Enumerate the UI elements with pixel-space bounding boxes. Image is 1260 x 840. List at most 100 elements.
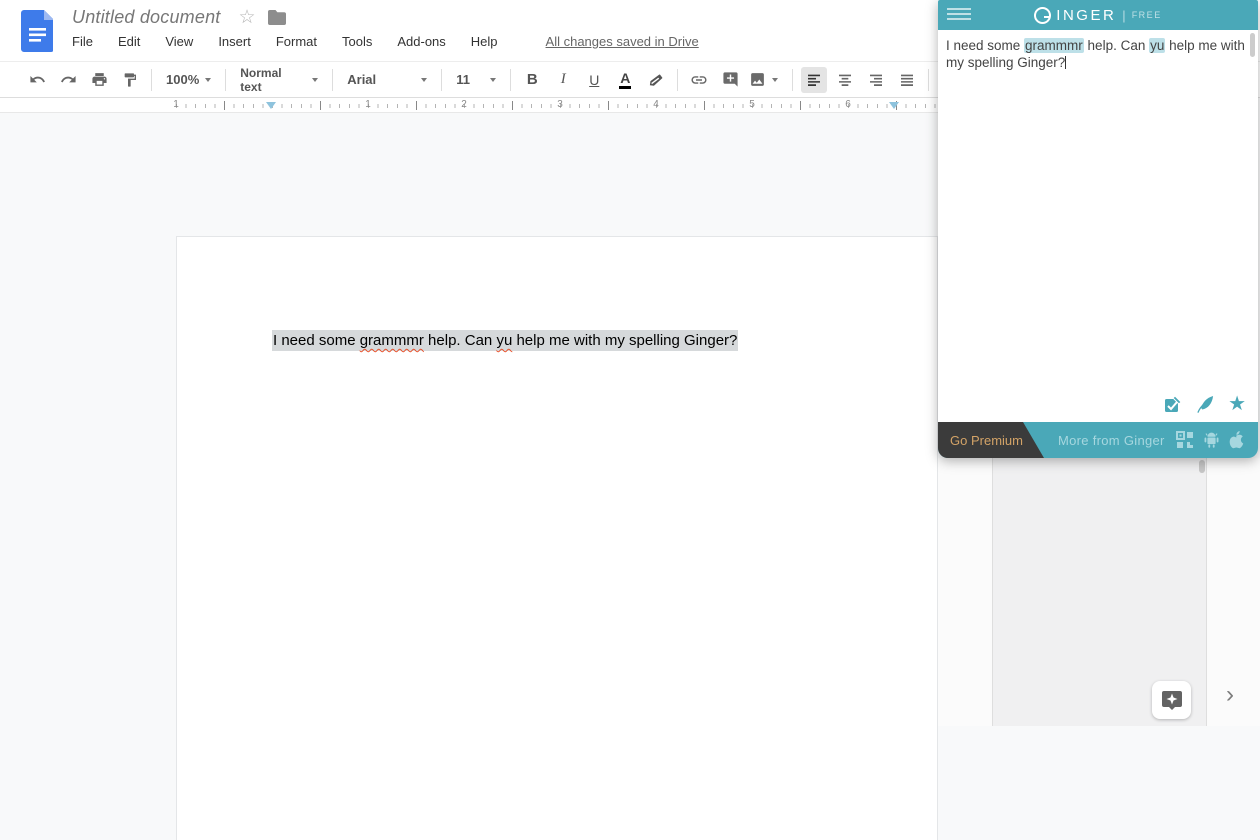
font-size-value: 11: [456, 72, 470, 87]
ginger-text-segment: I need some: [946, 38, 1024, 53]
apple-icon[interactable]: [1228, 431, 1245, 450]
align-left-button[interactable]: [801, 67, 827, 93]
redo-button[interactable]: [55, 67, 81, 93]
menu-format[interactable]: Format: [276, 34, 317, 49]
ruler-number: 5: [747, 99, 757, 110]
chevron-down-icon: [490, 78, 496, 82]
doc-text-segment: help me with my spelling Ginger?: [512, 332, 737, 349]
document-text-line[interactable]: I need some grammmr help. Can yu help me…: [272, 332, 738, 349]
toolbar-separator: [792, 69, 793, 91]
misspelled-word-yu[interactable]: yu: [496, 332, 512, 349]
paragraph-style-value: Normal text: [240, 66, 306, 94]
align-right-icon: [868, 72, 884, 88]
align-right-button[interactable]: [863, 67, 889, 93]
ruler-number: 6: [843, 99, 853, 110]
menu-insert[interactable]: Insert: [218, 34, 251, 49]
insert-image-button[interactable]: [743, 67, 784, 93]
ginger-rephrase-button[interactable]: [1196, 395, 1215, 414]
sidebar-scrollbar[interactable]: [1199, 460, 1205, 473]
doc-text-segment: help. Can: [424, 332, 497, 349]
ginger-highlight-yu[interactable]: yu: [1149, 38, 1165, 53]
collapse-sidebar-chevron[interactable]: ›: [1226, 683, 1234, 707]
font-family-select[interactable]: Arial: [341, 67, 433, 93]
font-size-select[interactable]: 11: [450, 67, 502, 93]
italic-button[interactable]: I: [550, 67, 576, 93]
ginger-text-area[interactable]: I need some grammmr help. Can yu help me…: [938, 30, 1258, 422]
right-side-area: ›: [938, 458, 1260, 726]
align-left-icon: [806, 72, 822, 88]
chevron-down-icon: [772, 78, 778, 82]
quill-icon: [1196, 395, 1215, 414]
text-color-button[interactable]: A: [612, 67, 638, 93]
menu-addons[interactable]: Add-ons: [397, 34, 445, 49]
menu-view[interactable]: View: [165, 34, 193, 49]
justify-button[interactable]: [894, 67, 920, 93]
highlight-color-button[interactable]: [643, 67, 669, 93]
ginger-scrollbar[interactable]: [1250, 33, 1255, 57]
doc-text-segment: I need some: [273, 332, 360, 349]
image-icon: [749, 71, 766, 88]
move-to-folder-icon[interactable]: [268, 10, 286, 25]
go-premium-button[interactable]: Go Premium: [938, 422, 1044, 458]
menu-help[interactable]: Help: [471, 34, 498, 49]
paragraph-style-select[interactable]: Normal text: [234, 67, 324, 93]
toolbar-separator: [510, 69, 511, 91]
ginger-spellcheck-button[interactable]: [1163, 394, 1183, 414]
chevron-down-icon: [205, 78, 211, 82]
ginger-text-segment: help. Can: [1084, 38, 1149, 53]
bold-label: B: [527, 71, 538, 88]
insert-link-button[interactable]: [686, 67, 712, 93]
go-premium-label: Go Premium: [950, 433, 1023, 448]
ginger-panel: GINGER | FREE I need some grammmr help. …: [938, 0, 1258, 458]
toolbar-separator: [151, 69, 152, 91]
ginger-logo: GINGER | FREE: [938, 0, 1258, 30]
highlighter-icon: [648, 72, 664, 88]
document-page[interactable]: I need some grammmr help. Can yu help me…: [176, 236, 938, 840]
menu-edit[interactable]: Edit: [118, 34, 140, 49]
ginger-brand-divider: |: [1122, 8, 1125, 23]
ruler-number: 3: [555, 99, 565, 110]
ginger-input-text[interactable]: I need some grammmr help. Can yu help me…: [946, 37, 1246, 71]
toolbar-separator: [225, 69, 226, 91]
ginger-highlight-grammmr[interactable]: grammmr: [1024, 38, 1084, 53]
ginger-footer: Go Premium More from Ginger: [938, 422, 1258, 458]
ginger-favorites-button[interactable]: ★: [1228, 394, 1246, 414]
more-from-ginger-label: More from Ginger: [1058, 433, 1165, 448]
underline-label: U: [589, 72, 599, 88]
insert-comment-button[interactable]: [717, 67, 743, 93]
explore-button[interactable]: [1152, 681, 1191, 719]
paint-format-button[interactable]: [117, 67, 143, 93]
saved-status-link[interactable]: All changes saved in Drive: [546, 34, 699, 49]
qr-code-icon[interactable]: [1175, 430, 1195, 450]
left-indent-marker[interactable]: [266, 102, 276, 109]
chevron-down-icon: [421, 78, 427, 82]
ruler-number: 4: [651, 99, 661, 110]
chevron-down-icon: [312, 78, 318, 82]
android-icon[interactable]: [1203, 431, 1220, 449]
ruler-number: 1: [171, 99, 181, 110]
align-center-button[interactable]: [832, 67, 858, 93]
print-icon: [91, 71, 108, 88]
premium-tab-slant: [1023, 422, 1044, 458]
zoom-select[interactable]: 100%: [160, 67, 217, 93]
star-icon[interactable]: ☆: [238, 8, 255, 27]
document-title[interactable]: Untitled document: [72, 7, 220, 28]
menu-tools[interactable]: Tools: [342, 34, 372, 49]
underline-button[interactable]: U: [581, 67, 607, 93]
toolbar-separator: [928, 69, 929, 91]
spellcheck-doc-icon: [1163, 394, 1183, 414]
bold-button[interactable]: B: [519, 67, 545, 93]
misspelled-word-grammmr[interactable]: grammmr: [360, 332, 424, 349]
google-docs-logo[interactable]: [21, 10, 53, 52]
undo-button[interactable]: [24, 67, 50, 93]
menu-bar: File Edit View Insert Format Tools Add-o…: [72, 34, 699, 49]
zoom-value: 100%: [166, 72, 199, 87]
add-comment-icon: [722, 71, 739, 88]
right-indent-marker[interactable]: [889, 102, 899, 109]
justify-icon: [899, 72, 915, 88]
menu-file[interactable]: File: [72, 34, 93, 49]
link-icon: [690, 71, 708, 89]
italic-label: I: [561, 71, 566, 88]
print-button[interactable]: [86, 67, 112, 93]
text-color-label: A: [619, 71, 631, 89]
